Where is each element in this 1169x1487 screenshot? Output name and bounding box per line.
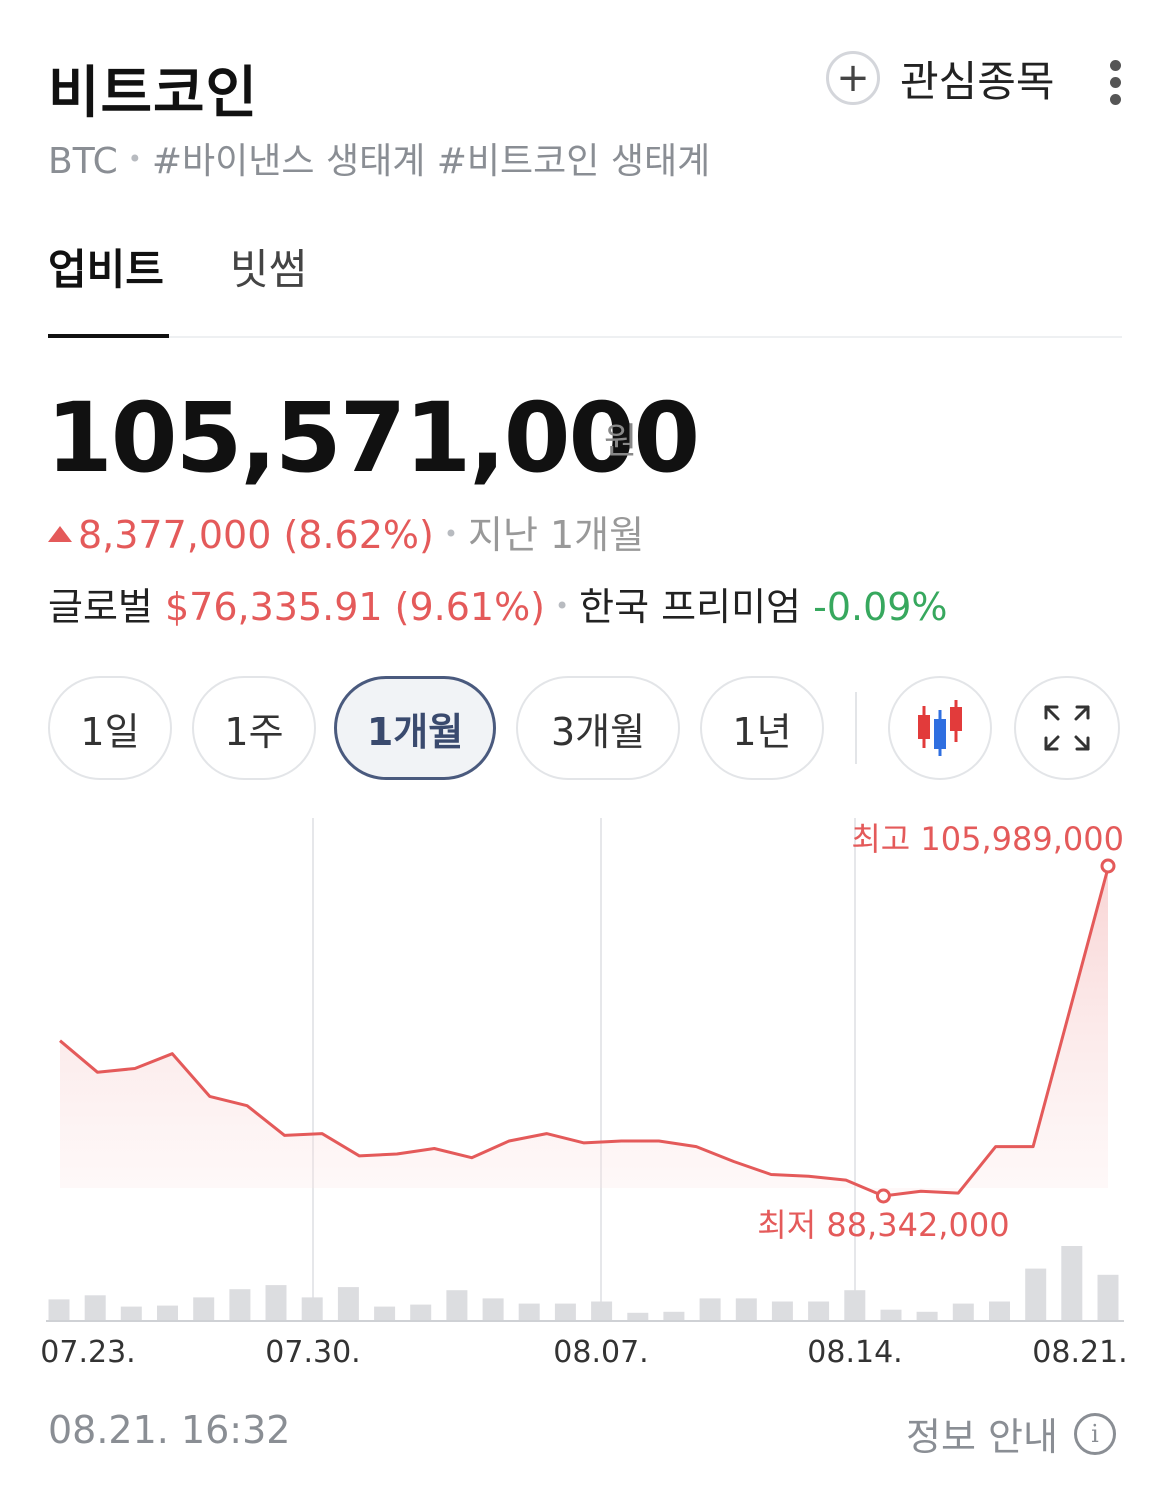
x-tick-label: 08.21. xyxy=(1032,1335,1127,1370)
price-change-row: 8,377,000 (8.62%) • 지난 1개월 xyxy=(48,504,644,559)
update-timestamp: 08.21. 16:32 xyxy=(48,1408,291,1452)
watchlist-label: 관심종목 xyxy=(900,56,1055,106)
volume-bar xyxy=(193,1297,215,1320)
candlestick-chart-icon xyxy=(918,700,962,756)
volume-bar xyxy=(1061,1246,1083,1320)
volume-bar xyxy=(627,1312,649,1320)
ticker: BTC xyxy=(48,141,118,182)
volume-bar xyxy=(771,1301,793,1320)
tab-divider xyxy=(48,336,1122,338)
global-label: 글로벌 xyxy=(48,585,153,629)
global-price: $76,335.91 (9.61%) xyxy=(164,585,546,629)
volume-bar xyxy=(301,1297,323,1320)
volume-bar xyxy=(808,1301,830,1320)
volume-bar xyxy=(1097,1274,1119,1320)
premium-label: 한국 프리미엄 xyxy=(579,585,802,629)
volume-bar xyxy=(1025,1268,1047,1320)
x-tick-label: 08.14. xyxy=(807,1335,902,1370)
volume-bar xyxy=(446,1290,468,1320)
x-tick-label: 07.30. xyxy=(265,1335,360,1370)
volume-bar xyxy=(844,1290,866,1320)
price-unit: 원 xyxy=(604,421,638,462)
info-icon: i xyxy=(1073,1412,1116,1455)
info-label: 정보 안내 xyxy=(906,1415,1058,1459)
min-marker xyxy=(875,1188,891,1204)
tab-upbit[interactable]: 업비트 xyxy=(48,236,164,297)
candle-chart-button[interactable] xyxy=(888,676,992,780)
volume-bar xyxy=(591,1301,613,1320)
premium-value: -0.09% xyxy=(813,585,948,629)
tab-bithumb[interactable]: 빗썸 xyxy=(230,236,307,297)
more-vertical-icon[interactable] xyxy=(1100,58,1132,106)
volume-bar xyxy=(84,1295,106,1320)
price-chart[interactable]: 최고 105,989,000 최저 88,342,000 07.23. 07.30.… xyxy=(0,800,1169,1380)
volume-bar xyxy=(157,1305,178,1320)
x-tick-label: 07.23. xyxy=(40,1335,135,1370)
max-marker xyxy=(1100,858,1116,874)
volume-bar xyxy=(735,1298,757,1320)
up-triangle-icon xyxy=(48,526,72,542)
volume-bar xyxy=(410,1304,432,1320)
period-button-1d[interactable]: 1일 xyxy=(48,676,172,780)
price-area xyxy=(60,868,1108,1196)
info-button[interactable]: 정보 안내 i xyxy=(906,1406,1116,1461)
volume-bar xyxy=(120,1306,142,1320)
x-tick-label: 08.07. xyxy=(553,1335,648,1370)
period-button-3m[interactable]: 3개월 xyxy=(516,676,680,780)
volume-bar xyxy=(699,1298,721,1320)
volume-bar xyxy=(554,1303,576,1320)
period-text: 지난 1개월 xyxy=(468,513,645,557)
expand-icon xyxy=(1044,705,1090,751)
global-price-row: 글로벌 $76,335.91 (9.61%) • 한국 프리미엄 -0.09% xyxy=(48,585,948,629)
volume-bar xyxy=(880,1309,902,1320)
volume-bar xyxy=(265,1285,287,1320)
plus-icon: + xyxy=(826,51,880,105)
min-price-label: 최저 88,342,000 xyxy=(757,1206,1009,1244)
max-price-label: 최고 105,989,000 xyxy=(851,820,1124,858)
volume-bar xyxy=(229,1289,251,1320)
volume-bar xyxy=(518,1303,540,1320)
volume-bar xyxy=(663,1311,685,1320)
period-button-1m[interactable]: 1개월 xyxy=(334,676,496,780)
tag-list[interactable]: #바이낸스 생태계 #비트코인 생태계 xyxy=(152,141,710,182)
add-watchlist-button[interactable]: + 관심종목 xyxy=(826,48,1055,108)
volume-bar xyxy=(374,1306,396,1320)
period-button-1w[interactable]: 1주 xyxy=(192,676,316,780)
volume-bar xyxy=(482,1298,504,1320)
volume-bar xyxy=(952,1303,974,1320)
price-change: 8,377,000 (8.62%) xyxy=(78,513,434,557)
volume-bar xyxy=(989,1301,1010,1320)
volume-bar xyxy=(916,1311,938,1320)
period-button-1y[interactable]: 1년 xyxy=(700,676,824,780)
current-price: 105,571,000 xyxy=(46,382,700,494)
volume-bar xyxy=(337,1287,359,1320)
coin-subtitle: BTC • #바이낸스 생태계 #비트코인 생태계 xyxy=(48,141,711,182)
toolbar-divider xyxy=(855,692,857,764)
fullscreen-button[interactable] xyxy=(1014,676,1120,780)
page-title: 비트코인 xyxy=(48,61,259,126)
volume-bar xyxy=(48,1299,70,1320)
active-tab-indicator xyxy=(48,334,169,338)
